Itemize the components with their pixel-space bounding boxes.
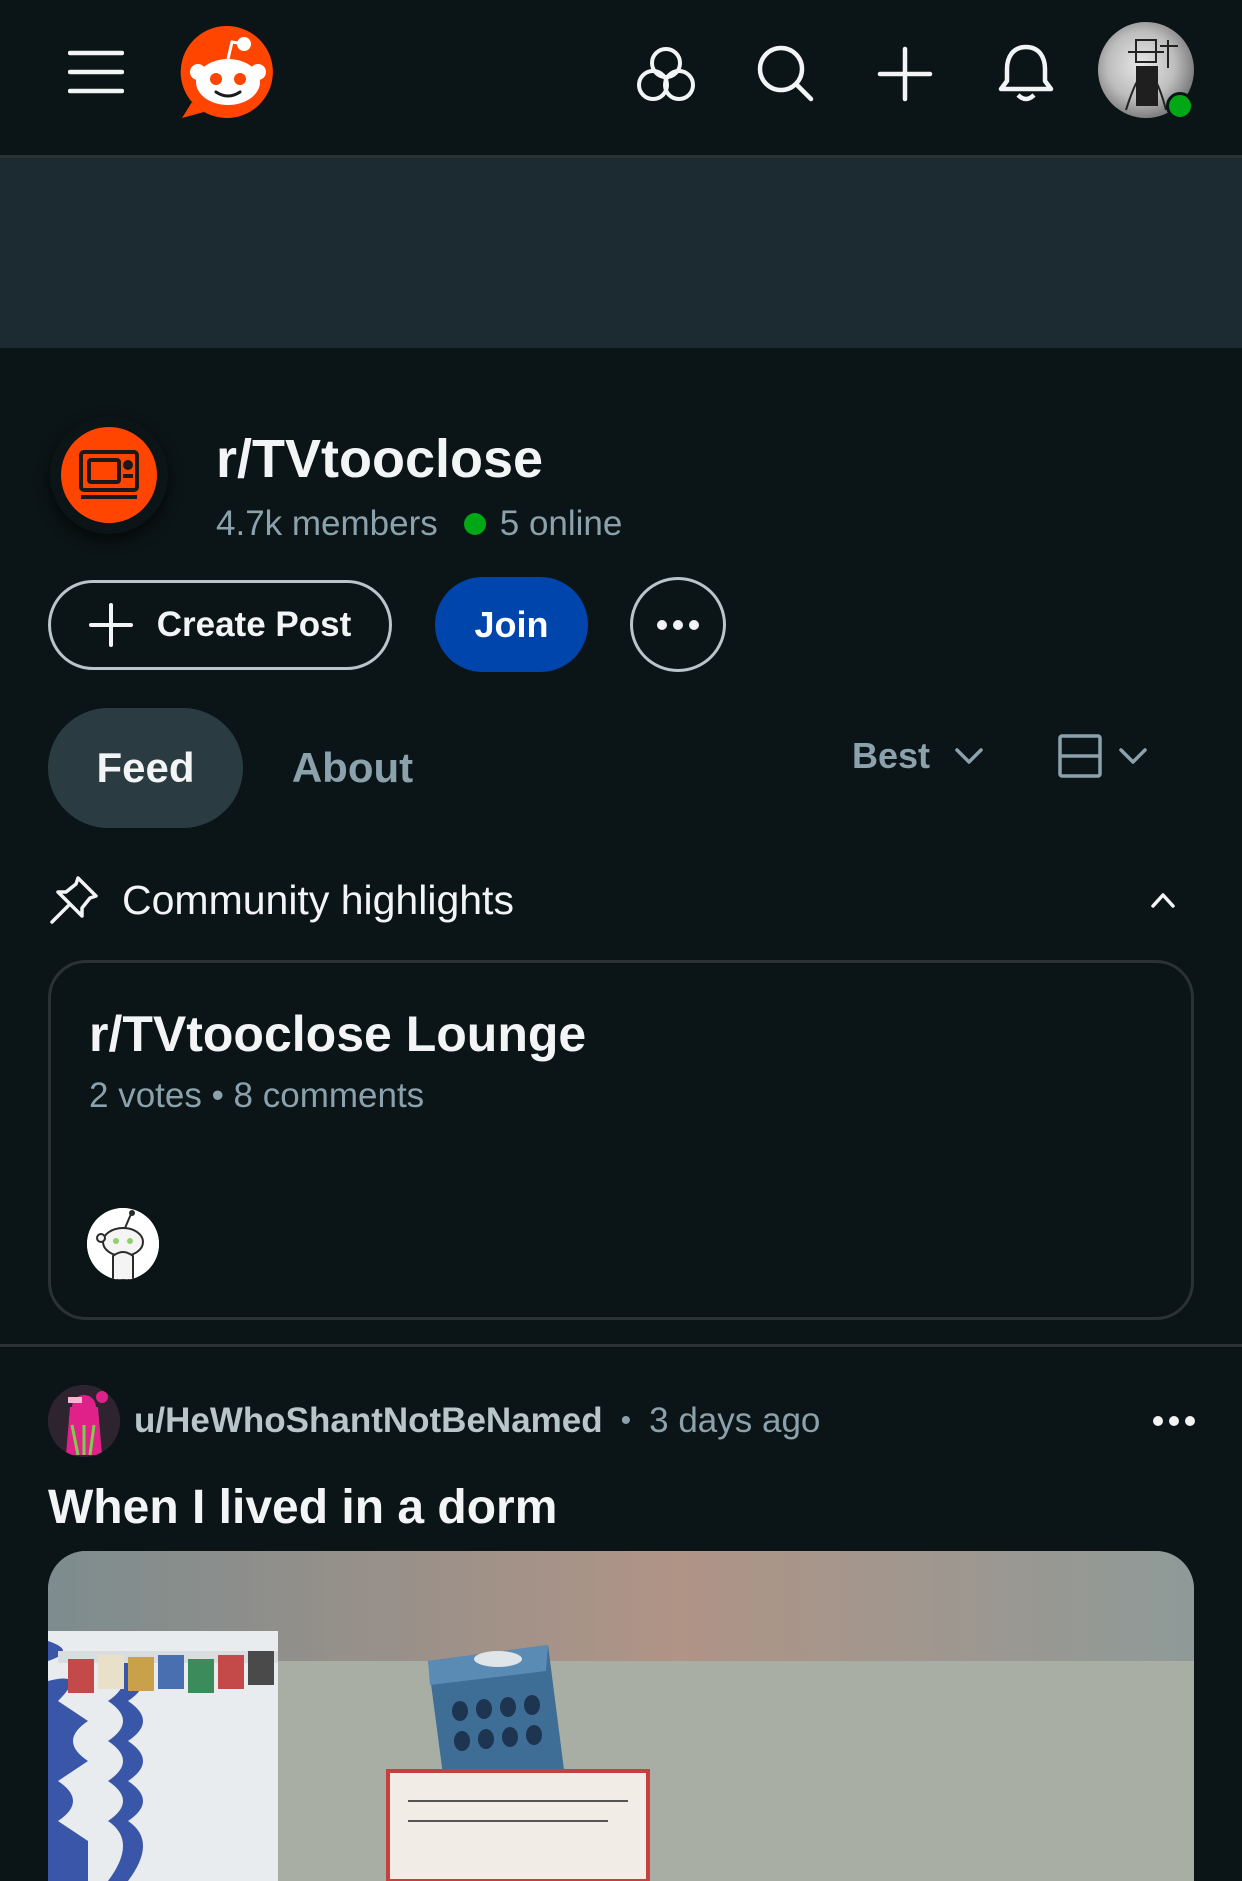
- pin-icon: [50, 876, 98, 924]
- card-view-icon: [1058, 734, 1102, 778]
- post-author-avatar[interactable]: [48, 1385, 120, 1457]
- create-post-label: Create Post: [156, 605, 352, 644]
- post-header: u/HeWhoShantNotBeNamed • 3 days ago: [48, 1385, 1196, 1457]
- subreddit-stats: 4.7k members 5 online: [216, 504, 622, 544]
- search-icon[interactable]: [752, 40, 818, 106]
- snoo-avatar: [87, 1208, 159, 1280]
- notifications-icon[interactable]: [993, 40, 1059, 108]
- post-more-button[interactable]: [1152, 1385, 1196, 1457]
- join-button[interactable]: Join: [435, 577, 588, 672]
- view-mode-dropdown[interactable]: [1058, 730, 1148, 782]
- create-post-button[interactable]: Create Post: [48, 580, 392, 670]
- top-bar: [0, 0, 1242, 158]
- online-indicator: [463, 513, 486, 535]
- highlight-card[interactable]: r/TVtooclose Lounge 2 votes • 8 comments: [48, 960, 1194, 1320]
- chevron-up-icon[interactable]: [1150, 891, 1176, 909]
- chevron-down-icon: [1119, 748, 1147, 764]
- feed-divider: [0, 1344, 1242, 1347]
- menu-icon[interactable]: [64, 44, 128, 100]
- tab-about[interactable]: About: [250, 708, 455, 828]
- tv-icon: [61, 427, 157, 523]
- reddit-logo[interactable]: [178, 22, 278, 122]
- subreddit-avatar[interactable]: [50, 416, 168, 534]
- community-highlights-title: Community highlights: [122, 876, 514, 923]
- highlight-card-meta: 2 votes • 8 comments: [89, 1076, 425, 1115]
- ellipsis-icon: [1153, 1416, 1195, 1426]
- post-timestamp: 3 days ago: [649, 1401, 821, 1440]
- subreddit-banner: [0, 158, 1242, 348]
- post-image[interactable]: [48, 1551, 1194, 1881]
- more-options-button[interactable]: [630, 577, 726, 672]
- sort-dropdown[interactable]: Best: [852, 730, 984, 782]
- online-count: 5 online: [499, 504, 623, 543]
- online-status-dot: [1166, 92, 1194, 120]
- highlight-card-title: r/TVtooclose Lounge: [89, 1006, 587, 1062]
- post-author[interactable]: u/HeWhoShantNotBeNamed: [134, 1401, 603, 1441]
- member-count: 4.7k members: [216, 504, 438, 543]
- post-title[interactable]: When I lived in a dorm: [48, 1480, 557, 1535]
- chevron-down-icon: [955, 748, 983, 764]
- meta-separator: •: [620, 1404, 632, 1437]
- community-highlights-header[interactable]: Community highlights: [48, 870, 1196, 930]
- subreddit-name: r/TVtooclose: [216, 429, 544, 489]
- sort-label: Best: [852, 735, 931, 776]
- communities-icon[interactable]: [632, 42, 700, 106]
- ellipsis-icon: [657, 619, 699, 630]
- plus-icon: [88, 603, 133, 647]
- create-icon[interactable]: [873, 42, 937, 106]
- tab-feed[interactable]: Feed: [48, 708, 243, 828]
